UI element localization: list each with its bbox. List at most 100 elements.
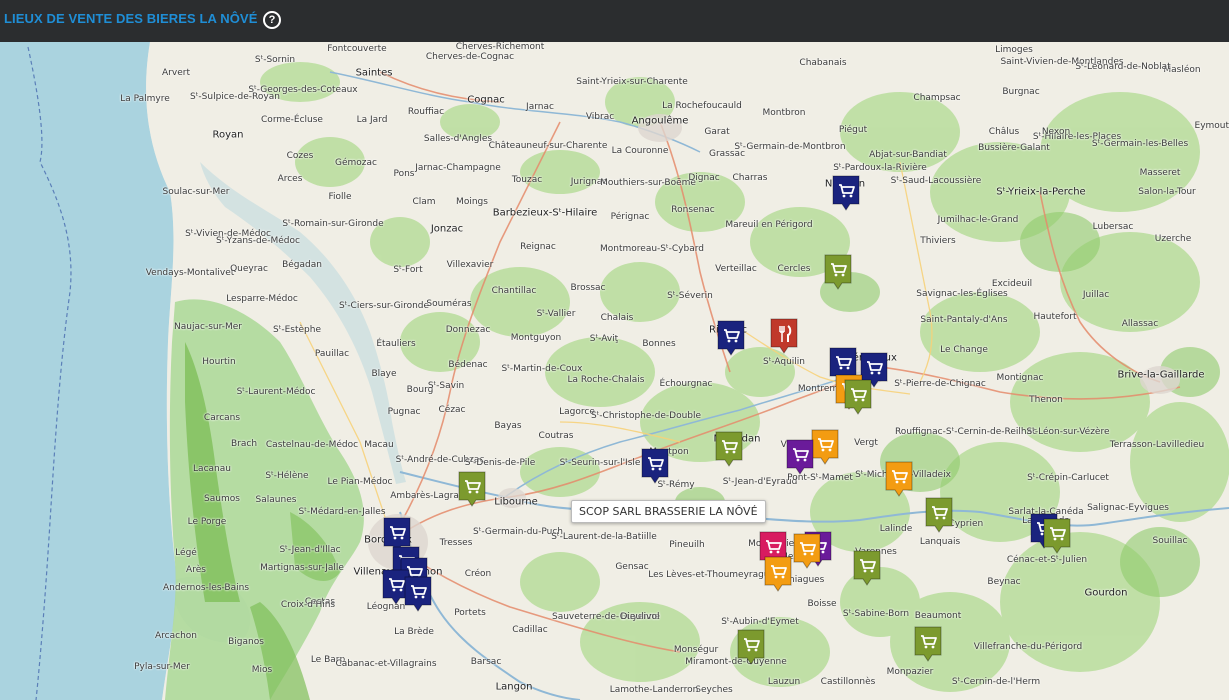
shop-marker[interactable] [843,378,873,416]
place-label: Sᵗ-Ciers-sur-Gironde [338,301,430,311]
place-label: Salignac-Eyvigues [1087,503,1169,513]
place-label: Nexon [1041,127,1071,137]
map-view[interactable]: Fontcouverte Cherves-de-Cognac Sᵗ-Sornin Sa… [0,42,1229,700]
place-label: Bédenac [448,360,488,370]
shop-marker[interactable] [823,253,853,291]
place-label: Brossac [570,283,606,293]
shop-marker[interactable] [457,470,487,508]
shop-marker[interactable] [736,628,766,666]
place-label: Saint-Yrieix-sur-Charente [576,77,688,87]
place-label: Gémozac [335,158,377,168]
place-label: Souméras [426,299,472,309]
place-label: Garat [704,127,730,137]
place-label: Sᵗ-Romain-sur-Gironde [282,219,384,229]
place-label: Jarnac [526,102,554,112]
help-icon[interactable]: ? [263,11,281,29]
place-label: Andernos-les-Bains [162,583,250,593]
shop-marker[interactable] [785,438,815,476]
place-label: Angoulême [631,115,689,127]
place-label: Vendays-Montalivet [145,268,235,278]
place-label: Montguyon [510,333,562,343]
shop-marker[interactable] [831,174,861,212]
place-label: Arvert [162,68,190,78]
place-label: Monségur [673,645,719,655]
place-label: Portets [454,608,486,618]
place-label: Biganos [228,637,264,647]
shop-marker[interactable] [884,460,914,498]
place-label: Beynac [987,577,1021,587]
place-label: Castillonnès [820,677,876,687]
place-label: Sᵗ-Estèphe [272,325,322,335]
place-label: Sᵗ-Crépin-Carlucet [1027,473,1109,483]
place-label: Naujac-sur-Mer [174,322,242,332]
place-label: Mouthiers-sur-Boëme [600,178,696,188]
place-label: Sᵗ-Seurin-sur-l'Isle [559,458,641,468]
restaurant-marker[interactable] [769,317,799,355]
place-label: La Roche-Chalais [567,375,645,385]
place-label: Souillac [1152,536,1188,546]
place-label: Gensac [615,562,649,572]
place-label: Barbezieux-Sᵗ-Hilaire [492,207,598,219]
place-label: Saumos [204,494,240,504]
place-label: Cézac [438,405,466,415]
place-label: Rouffiac [407,107,445,117]
place-label: Langon [495,681,533,693]
shop-marker[interactable] [792,532,822,570]
place-label: Cadillac [512,625,548,635]
shop-marker[interactable] [714,430,744,468]
place-label: Castelnau-de-Médoc [265,440,359,450]
place-label: Uzerche [1154,234,1192,244]
place-label: Sᵗ-Sulpice-de-Royan [190,92,280,102]
place-label: Limoges [995,45,1033,55]
place-label: Sᵗ-Germain-de-Montbron [734,142,846,152]
shop-marker[interactable] [640,447,670,485]
place-label: Excideuil [991,279,1033,289]
place-label: Étauliers [376,339,416,349]
place-label: Sᵗ-Médard-en-Jalles [298,507,386,517]
place-label: Reignac [520,242,556,252]
place-label: Boisse [807,599,837,609]
place-label: Jumilhac-le-Grand [937,215,1019,225]
place-label: Verteillac [715,264,757,274]
place-label: Dieulivol [620,612,660,622]
place-label: Dignac [688,173,720,183]
marker-tooltip: SCOP SARL BRASSERIE LA NÔVÉ [571,500,766,523]
place-label: Sᵗ-Savin [427,381,465,391]
place-label: Fontcouverte [327,44,387,54]
place-label: Clam [412,197,436,207]
place-label: Sᵗ-Sabine-Born [842,609,910,619]
place-label: Salon-la-Tour [1138,187,1196,197]
place-label: Savignac-les-Églises [916,289,1008,299]
place-label: Blaye [371,369,397,379]
place-label: Bégadan [282,260,322,270]
shop-marker[interactable] [403,575,433,613]
place-label: Donnezac [445,325,491,335]
shop-marker[interactable] [924,496,954,534]
shop-marker[interactable] [763,555,793,593]
place-label: Royan [212,129,244,141]
place-label: Le Change [940,345,988,355]
place-label: Thenon [1029,395,1063,405]
place-label: Légé [175,548,197,558]
place-label: Croix-d'Hins [280,600,336,610]
place-label: Mios [251,665,273,675]
place-label: Arès [186,565,206,575]
place-label: Bussière-Galant [978,143,1050,153]
place-label: Le Porge [187,517,227,527]
shop-marker[interactable] [1042,517,1072,555]
place-label: Sᵗ-Léonard-de-Noblat [1075,62,1171,72]
shop-marker[interactable] [913,625,943,663]
place-label: Moings [456,197,488,207]
place-label: Chalais [600,313,634,323]
shop-marker[interactable] [852,549,882,587]
place-label: La Jard [356,115,388,125]
place-label: Martignas-sur-Jalle [260,563,344,573]
place-label: Hourtin [202,357,236,367]
place-label: Arcachon [155,631,197,641]
place-label: Sᵗ-Laurent-Médoc [236,387,316,397]
shop-marker[interactable] [716,319,746,357]
place-label: Lanquais [919,537,961,547]
place-label: Châteauneuf-sur-Charente [488,141,608,151]
place-label: Cherves-Richemont [455,42,545,52]
place-label: Barsac [470,657,502,667]
